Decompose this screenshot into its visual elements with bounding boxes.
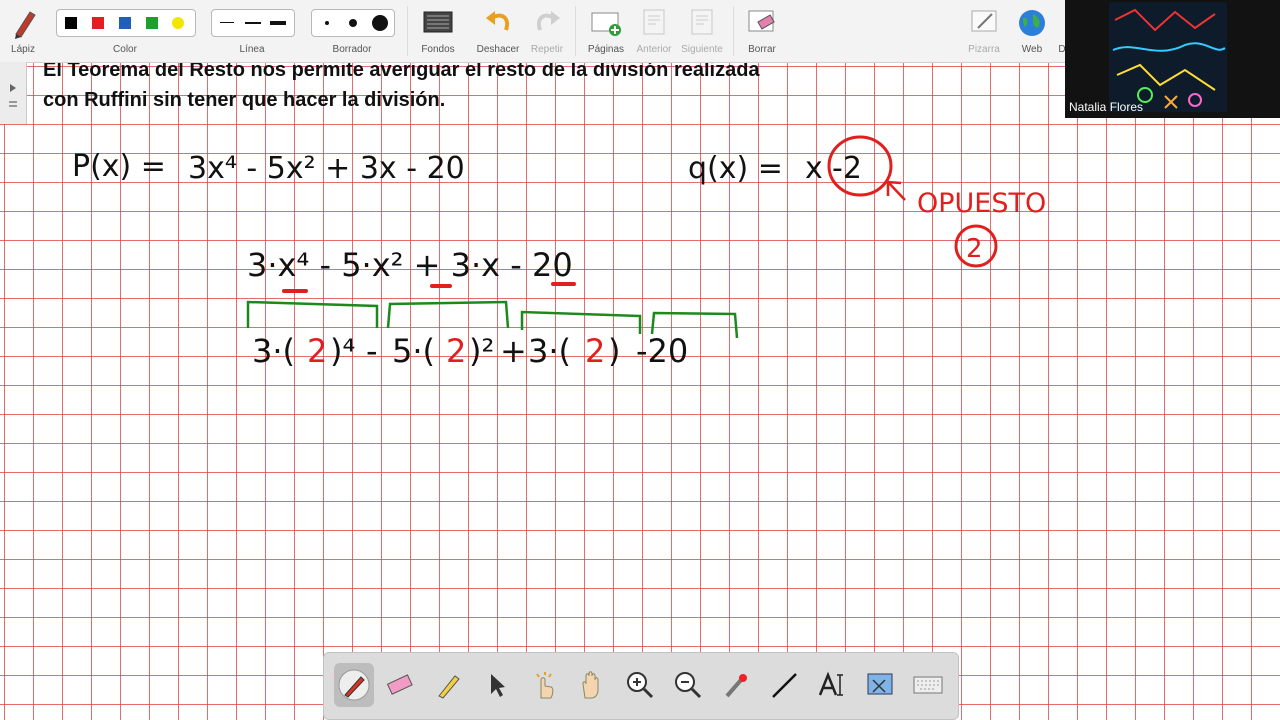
keyboard-icon[interactable]	[908, 663, 948, 707]
line-label: Línea	[239, 44, 265, 55]
participant-name: Natalia Flores	[1069, 100, 1144, 114]
undo-icon[interactable]	[484, 8, 512, 41]
slide-heading: El Teorema del Resto nos permite averigu…	[43, 55, 943, 115]
color-label: Color	[113, 44, 137, 55]
eraser-small-option[interactable]	[325, 21, 329, 25]
clear-icon[interactable]	[747, 8, 777, 41]
backgrounds-icon[interactable]	[423, 10, 453, 41]
next-page-icon[interactable]	[689, 8, 715, 41]
line-thick-option[interactable]	[270, 21, 286, 25]
color-swatch-blue[interactable]	[119, 17, 131, 29]
hand-tool-icon[interactable]	[572, 663, 612, 707]
redo-label: Repetir	[530, 44, 564, 55]
pencil-label: Lápiz	[11, 44, 35, 55]
redo-icon[interactable]	[534, 8, 562, 41]
bottom-tool-palette	[323, 652, 959, 720]
side-panel-handle[interactable]	[0, 62, 27, 124]
line-thin-option[interactable]	[220, 22, 234, 23]
eraser-tool-icon[interactable]	[380, 663, 420, 707]
previous-label: Anterior	[636, 44, 672, 55]
heading-line-2: con Ruffini sin tener que hacer la divis…	[43, 89, 446, 111]
eraser-label: Borrador	[332, 44, 372, 55]
backgrounds-label: Fondos	[421, 44, 455, 55]
line-width-selector	[211, 9, 295, 37]
color-swatch-red[interactable]	[92, 17, 104, 29]
eraser-large-option[interactable]	[372, 15, 388, 31]
top-toolbar: Lápiz Color Línea Borrador Fondos Deshac…	[0, 0, 1066, 63]
zoom-out-icon[interactable]	[668, 663, 708, 707]
separator	[575, 6, 576, 56]
eraser-medium-option[interactable]	[349, 19, 357, 27]
web-label: Web	[1021, 44, 1043, 55]
color-swatch-yellow[interactable]	[172, 17, 184, 29]
line-medium-option[interactable]	[245, 22, 261, 24]
color-swatch-green[interactable]	[146, 17, 158, 29]
separator	[407, 6, 408, 56]
text-tool-icon[interactable]	[812, 663, 852, 707]
clear-label: Borrar	[748, 44, 776, 55]
pages-label: Páginas	[587, 44, 625, 55]
click-tool-icon[interactable]	[524, 663, 564, 707]
next-label: Siguiente	[681, 44, 723, 55]
separator	[733, 6, 734, 56]
undo-label: Deshacer	[476, 44, 520, 55]
previous-page-icon[interactable]	[641, 8, 667, 41]
participant-video: Natalia Flores	[1065, 0, 1280, 118]
screenshot-tool-icon[interactable]	[860, 663, 900, 707]
whiteboard-icon[interactable]	[970, 8, 1000, 41]
pages-icon[interactable]	[591, 10, 623, 43]
pen-tool-icon[interactable]	[334, 663, 374, 707]
eraser-size-selector	[311, 9, 395, 37]
highlighter-tool-icon[interactable]	[428, 663, 468, 707]
pointer-tool-icon[interactable]	[476, 663, 516, 707]
whiteboard-label: Pizarra	[968, 44, 1000, 55]
web-globe-icon[interactable]	[1017, 8, 1047, 43]
expand-arrow-icon	[10, 84, 16, 92]
pencil-icon[interactable]	[10, 8, 38, 45]
color-swatch-black[interactable]	[65, 17, 77, 29]
zoom-in-icon[interactable]	[620, 663, 660, 707]
laser-pointer-icon[interactable]	[716, 663, 756, 707]
line-tool-icon[interactable]	[764, 663, 804, 707]
color-palette	[56, 9, 196, 37]
